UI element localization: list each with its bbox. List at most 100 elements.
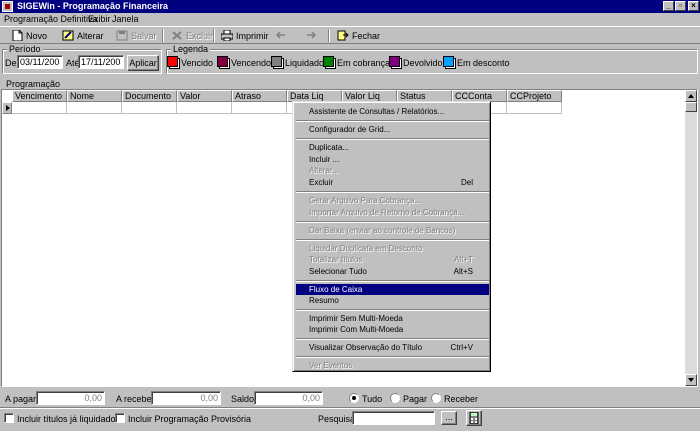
legend-label: Liquidado bbox=[285, 58, 325, 68]
row-indicator[interactable] bbox=[2, 102, 12, 114]
saldo-field[interactable] bbox=[254, 391, 323, 405]
menu-item-duplicata[interactable]: Duplicata... bbox=[296, 142, 489, 153]
menu-item-importar-arquivo[interactable]: Importar Arquivo de Retorno de Cobrança.… bbox=[296, 207, 489, 218]
excluir-label: Excluir bbox=[186, 30, 214, 41]
calculator-icon bbox=[468, 411, 480, 426]
menu-item-dar-baixa[interactable]: Dar Baixa (enviar ao controle de Bancos) bbox=[296, 225, 489, 236]
menu-separator bbox=[296, 221, 489, 223]
title-bar: SIGEWin - Programação Financeira _ ▫ × bbox=[0, 0, 700, 13]
aplicar-button[interactable]: Aplicar bbox=[127, 55, 159, 71]
menu-bar: Programação Definitiva Exibir Janela bbox=[0, 13, 700, 25]
column-header[interactable]: Vencimento bbox=[12, 90, 67, 102]
delete-icon bbox=[171, 30, 183, 41]
receber-radio[interactable] bbox=[431, 393, 441, 403]
incluir-liquidados-checkbox[interactable] bbox=[4, 413, 14, 423]
legend-swatch bbox=[167, 56, 180, 69]
de-label: De bbox=[5, 58, 17, 68]
legend-label: Devolvido bbox=[403, 58, 443, 68]
excluir-button[interactable]: Excluir bbox=[168, 28, 216, 43]
a-pagar-field[interactable] bbox=[36, 391, 105, 405]
context-menu: Assistente de Consultas / Relatórios... … bbox=[292, 101, 491, 372]
menu-separator bbox=[296, 356, 489, 358]
save-icon bbox=[116, 30, 128, 41]
toolbar-separator bbox=[328, 29, 330, 42]
imprimir-button[interactable]: Imprimir bbox=[218, 28, 272, 43]
menu-item-imprimir-sem[interactable]: Imprimir Sem Multi-Moeda bbox=[296, 313, 489, 324]
tudo-radio[interactable] bbox=[349, 393, 359, 403]
edit-icon bbox=[62, 30, 74, 41]
a-pagar-label: A pagar: bbox=[5, 394, 39, 404]
grid-cell[interactable] bbox=[507, 102, 562, 114]
legenda-label: Legenda bbox=[171, 44, 211, 54]
fechar-label: Fechar bbox=[352, 30, 381, 41]
menu-exibir[interactable]: Exibir bbox=[88, 14, 111, 24]
pesquisa-browse-button[interactable]: ... bbox=[441, 411, 457, 425]
menu-item-gerar-arquivo[interactable]: Gerar Arquivo Para Cobrança... bbox=[296, 195, 489, 206]
grid-cell[interactable] bbox=[122, 102, 177, 114]
menu-item-assistente[interactable]: Assistente de Consultas / Relatórios... bbox=[296, 106, 489, 117]
menu-item-visualizar-observacao[interactable]: Visualizar Observação do Título Ctrl+V bbox=[296, 342, 489, 353]
restore-button[interactable]: ▫ bbox=[675, 1, 686, 11]
new-document-icon bbox=[11, 29, 23, 42]
toolbar-separator bbox=[162, 29, 164, 42]
a-receber-field[interactable] bbox=[151, 391, 221, 405]
menu-item-configurador[interactable]: Configurador de Grid... bbox=[296, 124, 489, 135]
legend-label: Em cobrança bbox=[337, 58, 391, 68]
scroll-down-arrow[interactable] bbox=[685, 374, 697, 386]
menu-item-totalizar[interactable]: Totalizar títulos Alt+T bbox=[296, 254, 489, 265]
menu-separator bbox=[296, 280, 489, 282]
calculator-button[interactable] bbox=[466, 410, 482, 426]
pesquisa-input[interactable] bbox=[352, 411, 435, 425]
scroll-up-arrow[interactable] bbox=[685, 90, 697, 102]
grid-cell[interactable] bbox=[232, 102, 287, 114]
legend-swatch bbox=[389, 56, 402, 69]
vertical-scrollbar[interactable] bbox=[685, 90, 697, 386]
fechar-button[interactable]: Fechar bbox=[334, 28, 383, 43]
menu-item-selecionar-tudo[interactable]: Selecionar Tudo Alt+S bbox=[296, 266, 489, 277]
menu-item-fluxo-de-caixa[interactable]: Fluxo de Caixa bbox=[296, 284, 489, 295]
grid-cell[interactable] bbox=[12, 102, 67, 114]
legend-label: Vencido bbox=[181, 58, 214, 68]
grid-cell[interactable] bbox=[67, 102, 122, 114]
incluir-provisoria-checkbox[interactable] bbox=[115, 413, 125, 423]
de-date-input[interactable] bbox=[17, 55, 63, 69]
novo-label: Novo bbox=[26, 30, 48, 41]
legend-label: Em desconto bbox=[457, 58, 510, 68]
minimize-button[interactable]: _ bbox=[663, 1, 674, 11]
salvar-button[interactable]: Salvar bbox=[113, 28, 160, 43]
menu-item-totalizar-label: Totalizar títulos bbox=[309, 255, 363, 264]
legend-swatch bbox=[323, 56, 336, 69]
menu-item-resumo[interactable]: Resumo bbox=[296, 295, 489, 306]
grid-cell[interactable] bbox=[177, 102, 232, 114]
alterar-label: Alterar bbox=[77, 30, 104, 41]
alterar-button[interactable]: Alterar bbox=[59, 28, 107, 43]
next-button[interactable] bbox=[302, 28, 320, 43]
menu-separator bbox=[296, 239, 489, 241]
menu-item-visualizar-label: Visualizar Observação do Título bbox=[309, 343, 423, 352]
ate-date-input[interactable] bbox=[78, 55, 124, 69]
menu-item-ver-eventos[interactable]: Ver Eventos bbox=[296, 360, 489, 371]
column-header[interactable]: Valor bbox=[177, 90, 232, 102]
novo-button[interactable]: Novo bbox=[8, 28, 50, 43]
toolbar: Novo Alterar Salvar Excluir Imprimir Fec… bbox=[0, 26, 700, 44]
menu-item-liquidar[interactable]: Liquidar Duplicata em Desconto bbox=[296, 243, 489, 254]
menu-janela[interactable]: Janela bbox=[112, 14, 139, 24]
close-button[interactable]: × bbox=[688, 1, 699, 11]
column-header[interactable]: Atraso bbox=[232, 90, 287, 102]
menu-item-incluir[interactable]: Incluir ... bbox=[296, 154, 489, 165]
column-header[interactable]: Nome bbox=[67, 90, 122, 102]
menu-item-imprimir-com[interactable]: Imprimir Com Multi-Moeda bbox=[296, 324, 489, 335]
pagar-radio[interactable] bbox=[390, 393, 400, 403]
menu-item-alterar[interactable]: Alterar... bbox=[296, 165, 489, 176]
menu-item-visualizar-shortcut: Ctrl+V bbox=[450, 343, 473, 352]
menu-programacao-definitiva[interactable]: Programação Definitiva bbox=[4, 14, 98, 24]
menu-item-excluir[interactable]: Excluir Del bbox=[296, 177, 489, 188]
scroll-thumb[interactable] bbox=[685, 102, 697, 112]
column-header[interactable]: Documento bbox=[122, 90, 177, 102]
column-header[interactable]: CCProjeto bbox=[507, 90, 562, 102]
incluir-provisoria-label: Incluir Programação Provisória bbox=[128, 414, 252, 424]
previous-button[interactable] bbox=[272, 28, 290, 43]
legend-label: Vencendo bbox=[231, 58, 272, 68]
menu-item-excluir-shortcut: Del bbox=[460, 178, 473, 187]
pagar-label: Pagar bbox=[403, 394, 428, 404]
